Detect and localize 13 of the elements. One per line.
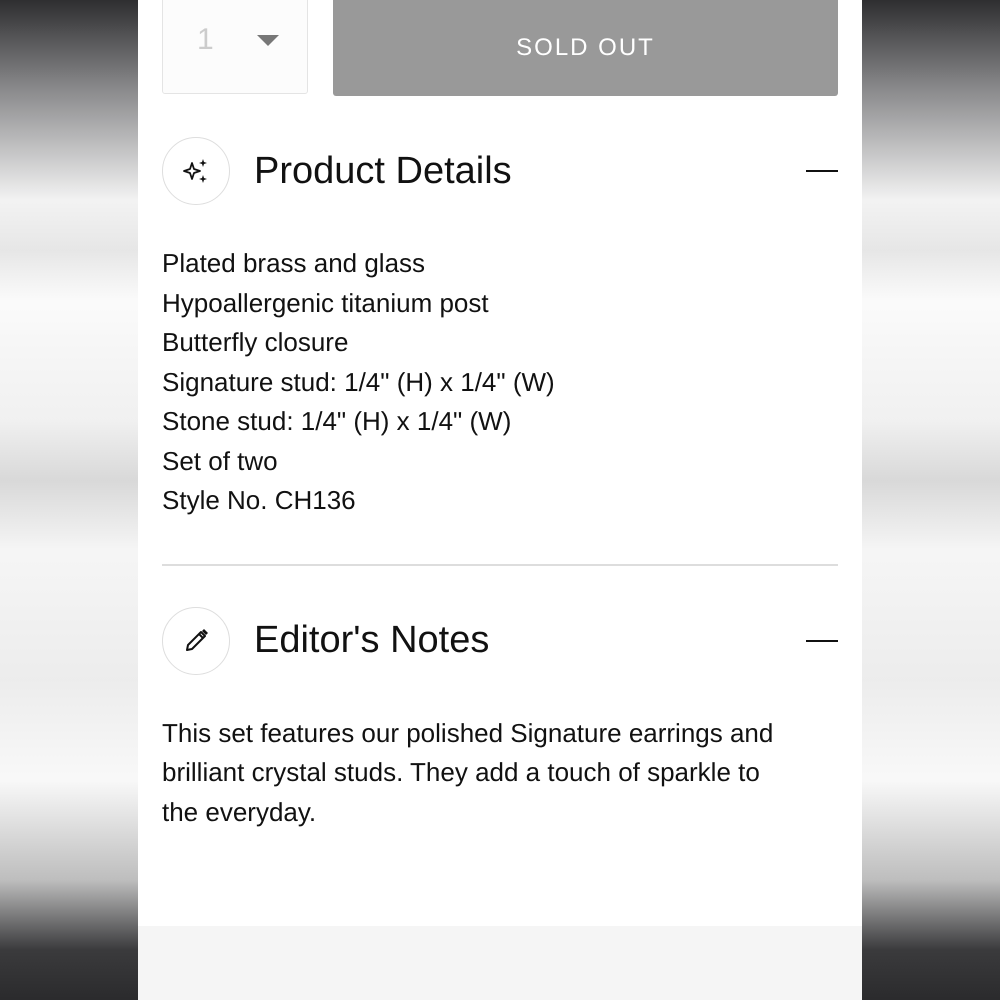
detail-line: Hypoallergenic titanium post bbox=[162, 286, 490, 320]
detail-line: Plated brass and glass bbox=[162, 247, 426, 280]
detail-line: Butterfly closure bbox=[162, 326, 350, 359]
caret-icon bbox=[257, 34, 279, 46]
pencil-icon bbox=[162, 606, 230, 674]
detail-line: Set of two bbox=[162, 444, 279, 478]
sparkles-icon bbox=[162, 137, 230, 205]
detail-line: Stone stud: 1/4" (H) x 1/4" (W) bbox=[162, 405, 512, 438]
notes-paragraph: This set features our polished Signature earrings and brilliant crystal studs. They add a touch of sparkle to the everyday. bbox=[162, 716, 774, 828]
detail-line: Style No. CH136 bbox=[162, 484, 357, 517]
section-title: Product Details bbox=[254, 150, 513, 192]
section-title: Editor's Notes bbox=[254, 619, 490, 662]
detail-line: Signature stud: 1/4" (H) x 1/4" (W) bbox=[162, 366, 556, 398]
